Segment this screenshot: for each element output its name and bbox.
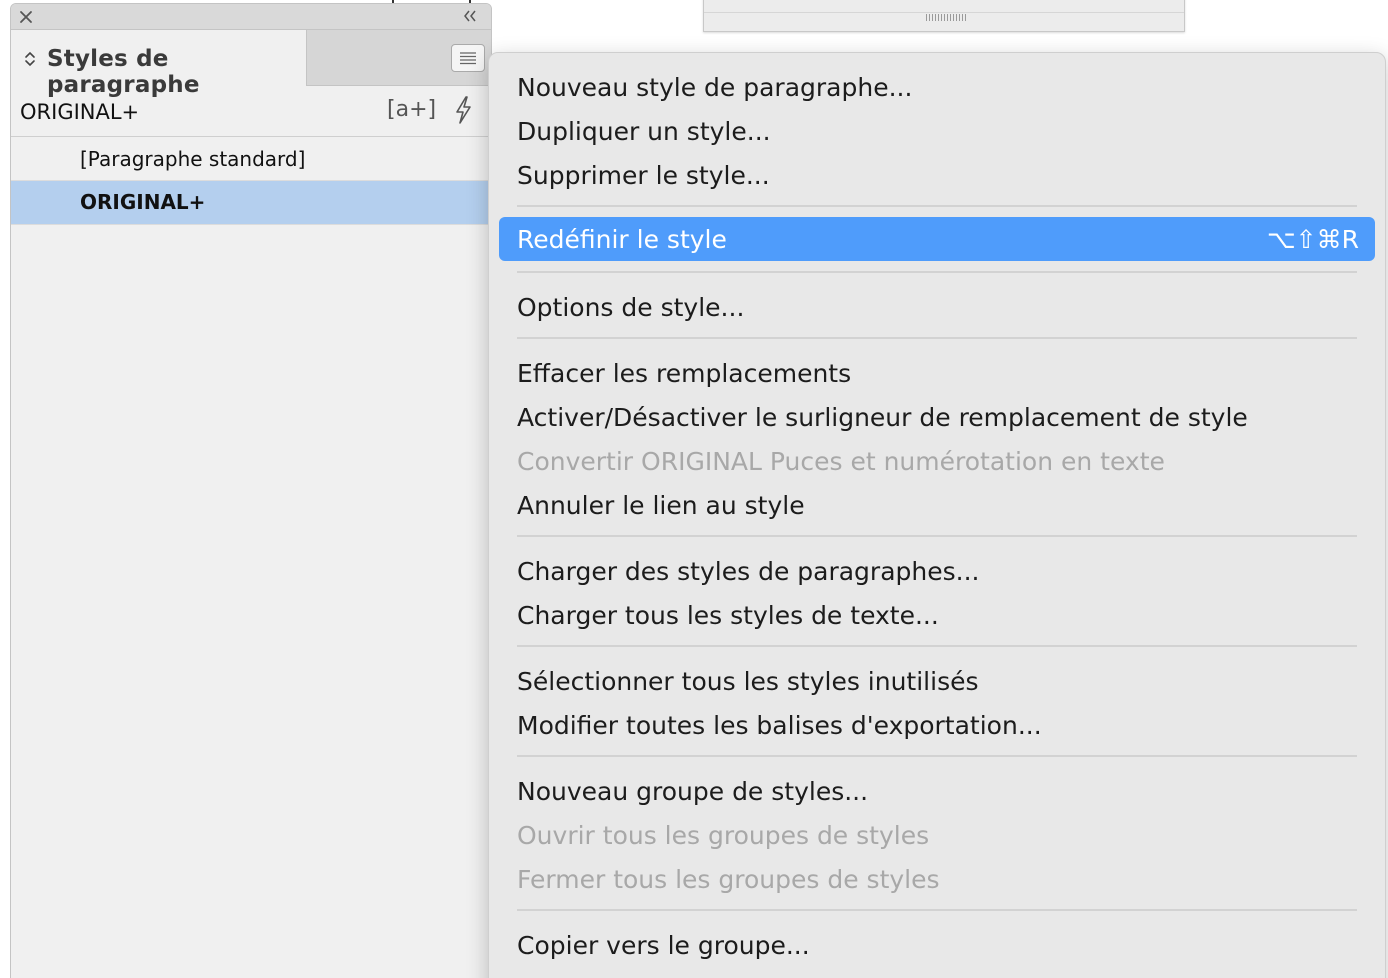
menu-item-label: Redéfinir le style — [517, 225, 727, 254]
background-panel-fragment — [703, 0, 1185, 32]
menu-item-redefine-style[interactable]: Redéfinir le style ⌥⇧⌘R — [499, 217, 1375, 261]
menu-separator — [517, 271, 1357, 273]
menu-item-label: Annuler le lien au style — [517, 491, 805, 520]
menu-item-label: Modifier toutes les balises d'exportatio… — [517, 711, 1042, 740]
menu-item-label: Options de style... — [517, 293, 745, 322]
menu-item-close-all-style-groups: Fermer tous les groupes de styles — [499, 857, 1375, 901]
menu-item-label: Ouvrir tous les groupes de styles — [517, 821, 930, 850]
menu-item-new-style-group[interactable]: Nouveau groupe de styles... — [499, 769, 1375, 813]
menu-item-open-all-style-groups: Ouvrir tous les groupes de styles — [499, 813, 1375, 857]
style-item-label: [Paragraphe standard] — [80, 147, 306, 171]
expand-collapse-arrows-icon[interactable] — [23, 50, 37, 68]
menu-item-break-link-to-style[interactable]: Annuler le lien au style — [499, 483, 1375, 527]
menu-item-duplicate-style[interactable]: Dupliquer un style... — [499, 109, 1375, 153]
menu-item-label: Supprimer le style... — [517, 161, 770, 190]
menu-separator — [517, 645, 1357, 647]
menu-item-label: Sélectionner tous les styles inutilisés — [517, 667, 979, 696]
menu-item-label: Activer/Désactiver le surligneur de remp… — [517, 403, 1248, 432]
tab-paragraph-styles[interactable]: Styles de paragraphe — [11, 30, 307, 98]
menu-item-label: Fermer tous les groupes de styles — [517, 865, 940, 894]
menu-item-label: Charger tous les styles de texte... — [517, 601, 939, 630]
panel-titlebar — [11, 4, 491, 30]
menu-item-edit-export-tags[interactable]: Modifier toutes les balises d'exportatio… — [499, 703, 1375, 747]
menu-separator — [517, 337, 1357, 339]
menu-item-load-all-text-styles[interactable]: Charger tous les styles de texte... — [499, 593, 1375, 637]
menu-item-convert-bullets-to-text: Convertir ORIGINAL Puces et numérotation… — [499, 439, 1375, 483]
menu-lines-icon — [460, 52, 476, 65]
background-panel-divider — [704, 12, 1184, 13]
menu-item-delete-style[interactable]: Supprimer le style... — [499, 153, 1375, 197]
menu-item-select-unused-styles[interactable]: Sélectionner tous les styles inutilisés — [499, 659, 1375, 703]
panel-menu-button[interactable] — [451, 44, 485, 72]
collapse-panel-icon[interactable] — [461, 8, 479, 24]
menu-item-copy-to-group[interactable]: Copier vers le groupe... — [499, 923, 1375, 967]
lightning-icon[interactable] — [452, 95, 474, 125]
menu-item-label: Charger des styles de paragraphes... — [517, 557, 980, 586]
menu-item-toggle-override-highlighter[interactable]: Activer/Désactiver le surligneur de remp… — [499, 395, 1375, 439]
style-list: [Paragraphe standard] ORIGINAL+ — [11, 138, 491, 225]
current-style-row: ORIGINAL+ [a+] — [11, 87, 491, 137]
panel-tabstrip: Styles de paragraphe — [11, 30, 491, 98]
close-icon[interactable] — [17, 8, 35, 26]
current-style-name: ORIGINAL+ — [20, 100, 140, 124]
menu-item-style-options[interactable]: Options de style... — [499, 285, 1375, 329]
menu-separator — [517, 535, 1357, 537]
menu-item-label: Convertir ORIGINAL Puces et numérotation… — [517, 447, 1165, 476]
menu-separator — [517, 909, 1357, 911]
menu-item-label: Dupliquer un style... — [517, 117, 771, 146]
menu-item-shortcut: ⌥⇧⌘R — [1266, 225, 1359, 254]
new-style-from-override-button[interactable]: [a+] — [387, 97, 436, 122]
resize-grip[interactable] — [926, 14, 966, 21]
menu-separator — [517, 755, 1357, 757]
menu-item-label: Copier vers le groupe... — [517, 931, 810, 960]
menu-item-load-paragraph-styles[interactable]: Charger des styles de paragraphes... — [499, 549, 1375, 593]
menu-item-label: Nouveau groupe de styles... — [517, 777, 869, 806]
style-list-item-selected[interactable]: ORIGINAL+ — [11, 181, 491, 225]
menu-item-clear-overrides[interactable]: Effacer les remplacements — [499, 351, 1375, 395]
menu-item-label: Nouveau style de paragraphe... — [517, 73, 913, 102]
menu-item-label: Effacer les remplacements — [517, 359, 852, 388]
style-list-item[interactable]: [Paragraphe standard] — [11, 138, 491, 181]
menu-separator — [517, 205, 1357, 207]
style-item-label: ORIGINAL+ — [80, 190, 206, 214]
menu-item-new-paragraph-style[interactable]: Nouveau style de paragraphe... — [499, 65, 1375, 109]
paragraph-styles-panel: Styles de paragraphe ORIGINAL+ [a+] [Par… — [10, 3, 492, 978]
panel-context-menu: Nouveau style de paragraphe... Dupliquer… — [488, 52, 1386, 978]
